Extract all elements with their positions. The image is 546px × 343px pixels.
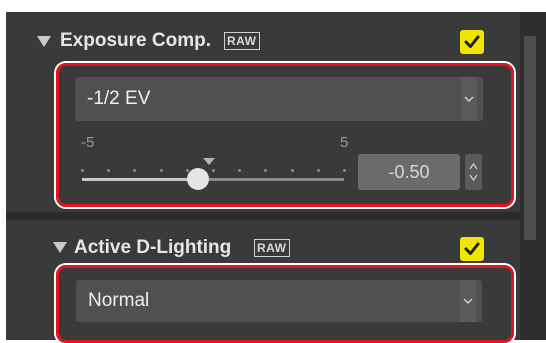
active-d-lighting-enable-checkbox[interactable]: [460, 237, 484, 261]
raw-badge: RAW: [254, 239, 290, 257]
scrollbar-thumb[interactable]: [524, 36, 536, 240]
raw-badge: RAW: [224, 32, 260, 50]
exposure-comp-enable-checkbox[interactable]: [460, 30, 484, 54]
panel-scrollbar[interactable]: [520, 12, 546, 340]
active-d-lighting-section: Active D-Lighting RAW Normal: [6, 220, 520, 343]
highlight-box-exposure: [56, 63, 514, 207]
adjustment-panel: Exposure Comp. RAW -1/2 EV -5 5 -0.50 Ac…: [6, 12, 546, 343]
highlight-box-d-lighting: [56, 265, 514, 343]
checkmark-icon: [464, 242, 480, 255]
collapse-triangle-icon[interactable]: [37, 36, 51, 47]
active-d-lighting-title: Active D-Lighting: [74, 237, 232, 258]
section-divider: [6, 212, 520, 220]
checkmark-icon: [464, 35, 480, 48]
exposure-comp-section: Exposure Comp. RAW -1/2 EV -5 5 -0.50: [6, 12, 520, 212]
exposure-comp-title: Exposure Comp.: [60, 30, 211, 51]
collapse-triangle-icon[interactable]: [53, 242, 67, 253]
